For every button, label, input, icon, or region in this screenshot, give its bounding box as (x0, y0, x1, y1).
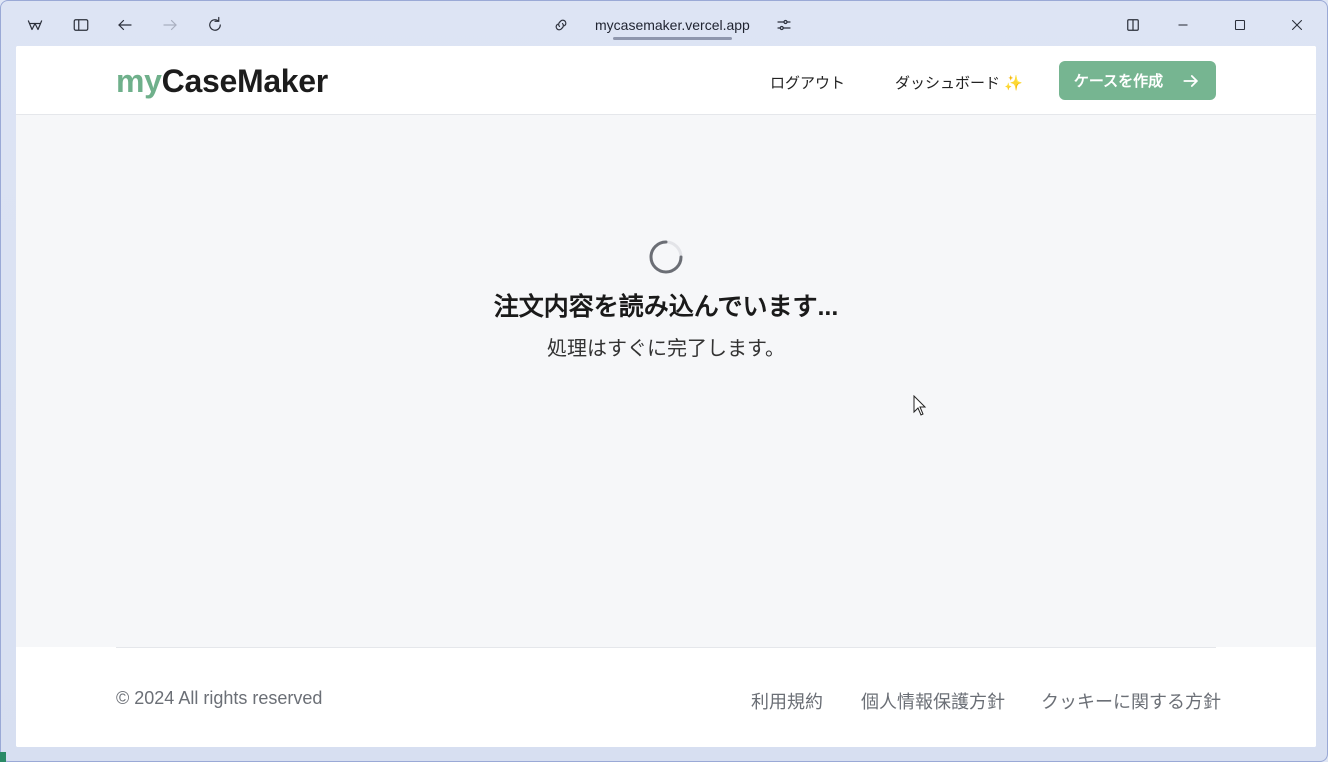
close-icon[interactable] (1285, 13, 1309, 37)
page-viewport: myCaseMaker ログアウト ダッシュボード ✨ ケースを作成 注文内容を… (16, 46, 1316, 747)
browser-window: mycasemaker.vercel.app myCaseMaker ログアウト… (0, 0, 1328, 762)
main-content: 注文内容を読み込んでいます... 処理はすぐに完了します。 (16, 115, 1316, 647)
create-case-button[interactable]: ケースを作成 (1059, 61, 1216, 100)
site-settings-icon[interactable] (772, 13, 796, 37)
site-footer: © 2024 All rights reserved 利用規約 個人情報保護方針… (16, 647, 1316, 747)
mouse-cursor-icon (913, 395, 927, 416)
privacy-policy-link[interactable]: 個人情報保護方針 (861, 688, 1005, 714)
address-bar[interactable]: mycasemaker.vercel.app (549, 11, 796, 40)
maximize-icon[interactable] (1228, 13, 1252, 37)
browser-titlebar: mycasemaker.vercel.app (1, 1, 1327, 47)
url-value: mycasemaker.vercel.app (595, 17, 750, 33)
logo-main: CaseMaker (161, 63, 329, 99)
arrow-right-icon (1183, 74, 1198, 87)
site-navbar: myCaseMaker ログアウト ダッシュボード ✨ ケースを作成 (16, 46, 1316, 115)
url-underline (613, 37, 732, 40)
split-view-icon[interactable] (1121, 13, 1145, 37)
minimize-icon[interactable] (1171, 13, 1195, 37)
footer-divider (116, 647, 1216, 648)
back-arrow-icon[interactable] (113, 13, 137, 37)
forward-arrow-icon[interactable] (158, 13, 182, 37)
sidebar-toggle-icon[interactable] (69, 13, 93, 37)
loading-spinner-icon (649, 240, 683, 274)
url-text[interactable]: mycasemaker.vercel.app (595, 17, 750, 40)
loading-subtitle: 処理はすぐに完了します。 (547, 338, 785, 360)
cookie-policy-link[interactable]: クッキーに関する方針 (1041, 688, 1221, 714)
logo-accent: my (116, 63, 162, 99)
loading-title: 注文内容を読み込んでいます... (493, 293, 839, 321)
copyright-text: © 2024 All rights reserved (116, 688, 323, 708)
app-logo-icon[interactable] (23, 13, 47, 37)
logout-link[interactable]: ログアウト (770, 72, 845, 93)
terms-link[interactable]: 利用規約 (751, 688, 823, 714)
reload-icon[interactable] (203, 13, 227, 37)
create-case-label: ケースを作成 (1073, 73, 1164, 90)
link-icon (549, 13, 573, 37)
taskbar-edge (0, 752, 6, 762)
dashboard-link[interactable]: ダッシュボード ✨ (895, 72, 1023, 93)
site-logo[interactable]: myCaseMaker (116, 63, 328, 100)
